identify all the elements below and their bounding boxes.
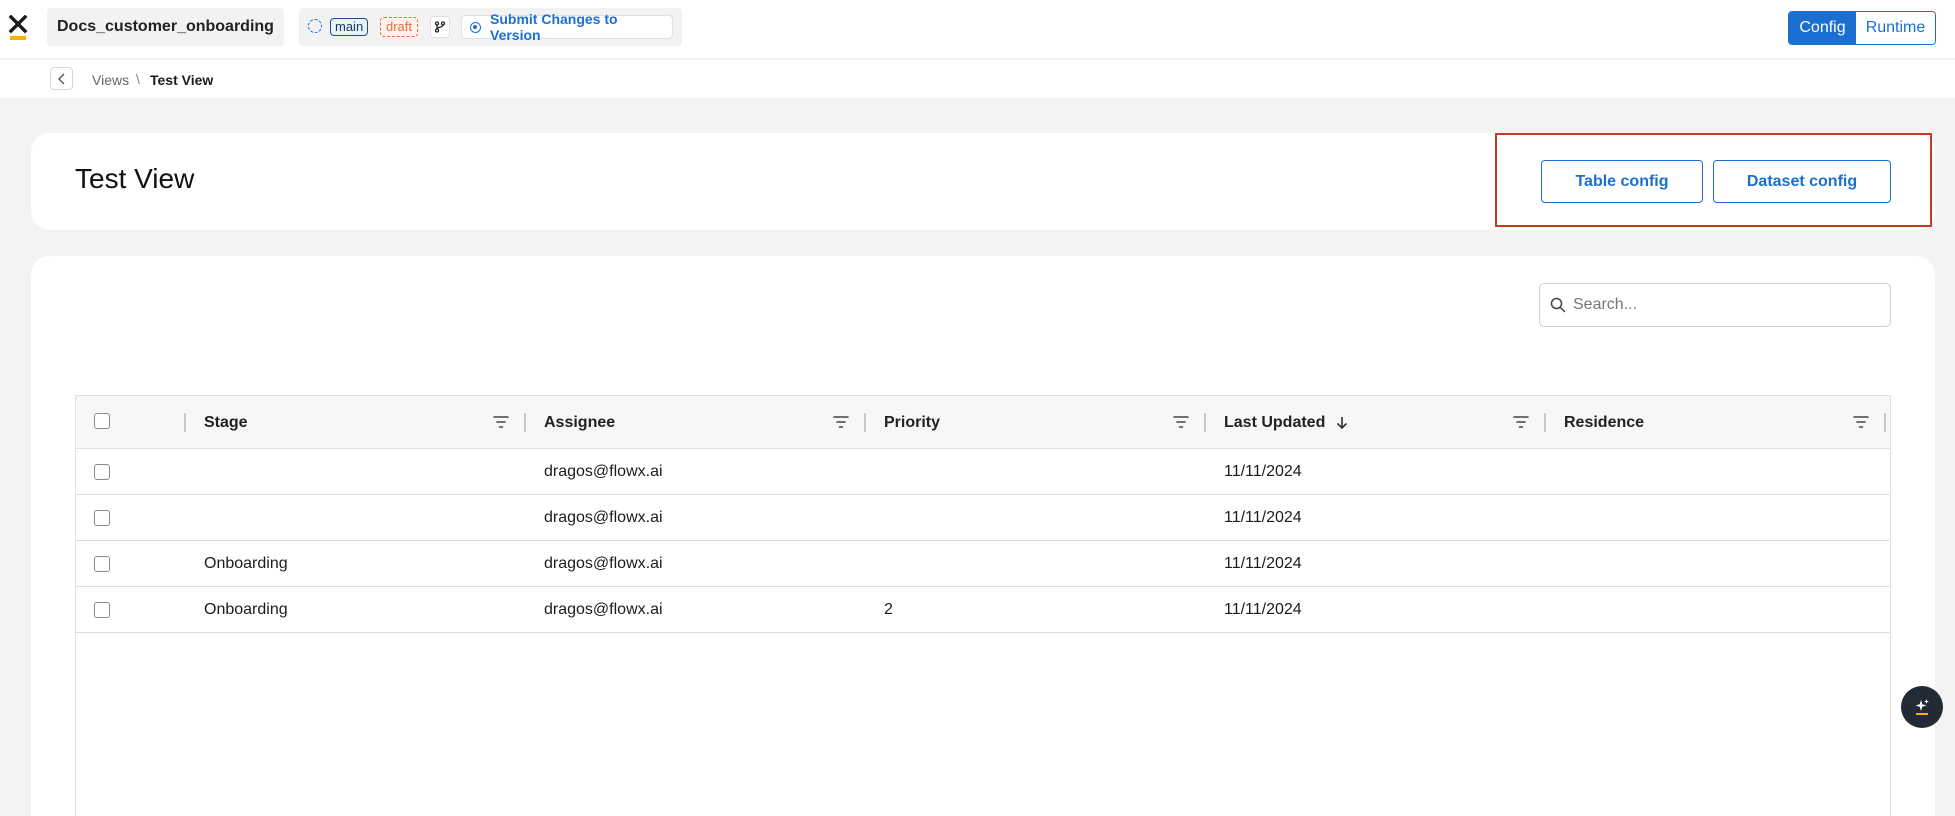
cell-stage: Onboarding <box>204 601 288 618</box>
breadcrumb-views-link[interactable]: Views <box>92 72 129 88</box>
filter-icon[interactable] <box>1853 415 1869 429</box>
arrow-down-icon[interactable] <box>1336 416 1348 430</box>
select-all-checkbox[interactable] <box>94 413 110 429</box>
back-button[interactable] <box>50 67 73 90</box>
column-resize-handle[interactable] <box>864 413 866 432</box>
table-row[interactable]: Onboarding dragos@flowx.ai 11/11/2024 <box>76 541 1890 587</box>
runtime-mode-button[interactable]: Runtime <box>1856 12 1935 44</box>
loading-spinner-icon <box>308 19 322 33</box>
filter-icon[interactable] <box>1513 415 1529 429</box>
branch-tag[interactable]: main <box>330 18 369 36</box>
column-resize-handle[interactable] <box>524 413 526 432</box>
table-row[interactable]: Onboarding dragos@flowx.ai 2 11/11/2024 <box>76 587 1890 633</box>
cell-last-updated: 11/11/2024 <box>1224 555 1302 572</box>
cell-assignee: dragos@flowx.ai <box>544 601 663 618</box>
search-field[interactable] <box>1539 283 1891 327</box>
column-header-residence[interactable]: Residence <box>1564 396 1644 449</box>
column-header-last-updated[interactable]: Last Updated <box>1224 396 1348 449</box>
top-bar: Docs_customer_onboarding main draft Subm… <box>0 0 1955 58</box>
table-row[interactable]: dragos@flowx.ai 11/11/2024 <box>76 449 1890 495</box>
row-checkbox[interactable] <box>94 464 110 480</box>
column-resize-handle[interactable] <box>1884 413 1886 432</box>
row-checkbox[interactable] <box>94 556 110 572</box>
column-header-stage[interactable]: Stage <box>204 396 248 449</box>
breadcrumb-current: Test View <box>150 72 214 88</box>
submit-changes-button[interactable]: Submit Changes to Version <box>461 11 673 43</box>
cell-last-updated: 11/11/2024 <box>1224 601 1302 618</box>
git-branch-icon <box>434 21 446 33</box>
project-name[interactable]: Docs_customer_onboarding <box>47 8 284 46</box>
breadcrumb-separator: \ <box>136 71 140 87</box>
table-header: Stage Assignee Priority Last Updated Res… <box>76 396 1890 449</box>
cell-assignee: dragos@flowx.ai <box>544 463 663 480</box>
cell-stage: Onboarding <box>204 555 288 572</box>
cell-priority: 2 <box>884 601 893 618</box>
breadcrumb: Views \ Test View <box>0 59 1955 98</box>
page-title: Test View <box>75 163 195 194</box>
column-header-assignee[interactable]: Assignee <box>544 396 615 449</box>
cell-assignee: dragos@flowx.ai <box>544 509 663 526</box>
column-resize-handle[interactable] <box>184 413 186 432</box>
filter-icon[interactable] <box>493 415 509 429</box>
draft-status-tag: draft <box>380 17 419 37</box>
column-header-priority[interactable]: Priority <box>884 396 940 449</box>
mode-toggle: Config Runtime <box>1788 11 1936 45</box>
radio-dot-icon <box>470 21 481 33</box>
row-checkbox[interactable] <box>94 510 110 526</box>
filter-icon[interactable] <box>1173 415 1189 429</box>
column-resize-handle[interactable] <box>1544 413 1546 432</box>
sparkle-icon <box>1915 699 1929 715</box>
cell-assignee: dragos@flowx.ai <box>544 555 663 572</box>
table-row[interactable]: dragos@flowx.ai 11/11/2024 <box>76 495 1890 541</box>
flowx-logo[interactable] <box>8 14 28 41</box>
column-resize-handle[interactable] <box>1204 413 1206 432</box>
column-header-last-updated-label: Last Updated <box>1224 413 1326 431</box>
cell-last-updated: 11/11/2024 <box>1224 463 1302 480</box>
branch-button[interactable] <box>430 16 450 38</box>
ai-assistant-button[interactable] <box>1901 686 1943 728</box>
search-icon <box>1550 297 1566 313</box>
chevron-left-icon <box>57 73 64 84</box>
submit-changes-label: Submit Changes to Version <box>490 11 618 43</box>
row-checkbox[interactable] <box>94 602 110 618</box>
config-mode-button[interactable]: Config <box>1789 12 1856 44</box>
highlight-box <box>1495 133 1932 227</box>
data-table: Stage Assignee Priority Last Updated Res… <box>75 395 1891 816</box>
cell-last-updated: 11/11/2024 <box>1224 509 1302 526</box>
search-input[interactable] <box>1573 292 1873 318</box>
filter-icon[interactable] <box>833 415 849 429</box>
